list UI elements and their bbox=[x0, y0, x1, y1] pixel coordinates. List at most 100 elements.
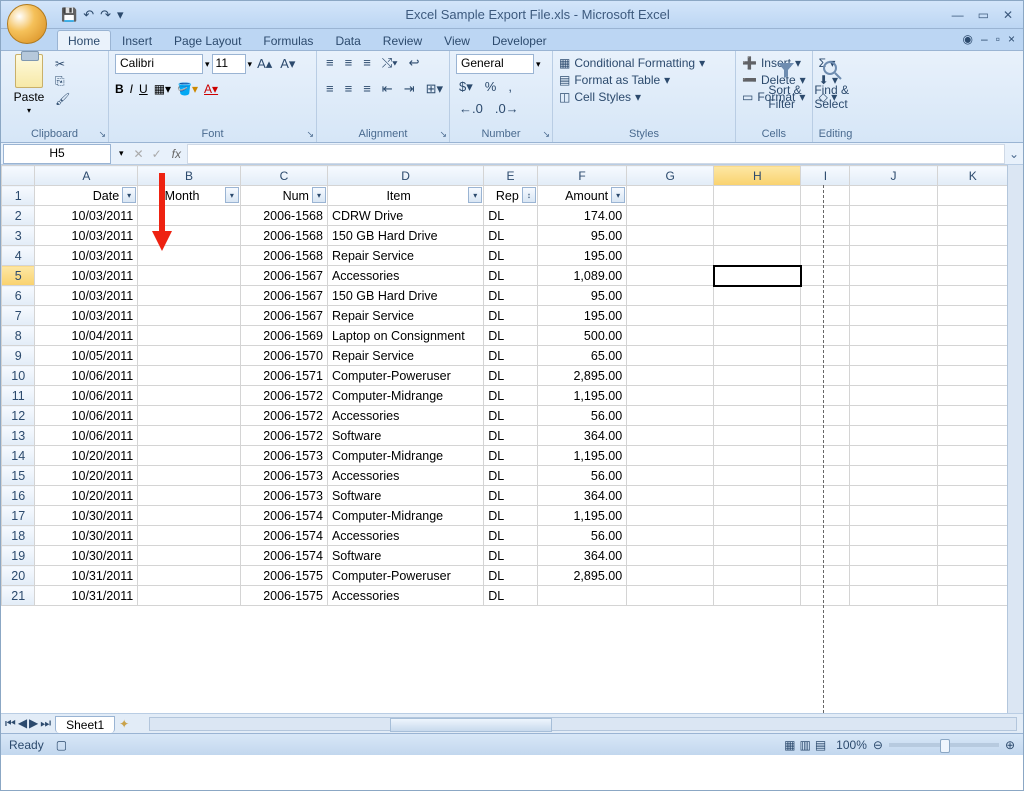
cell-18-B[interactable] bbox=[138, 526, 241, 546]
cell-14-K[interactable] bbox=[937, 446, 1009, 466]
cell-12-D[interactable]: Accessories bbox=[327, 406, 483, 426]
cell-7-G[interactable] bbox=[627, 306, 714, 326]
align-right-icon[interactable]: ≡ bbox=[360, 80, 374, 98]
row-header-1[interactable]: 1 bbox=[2, 186, 35, 206]
cell-3-C[interactable]: 2006-1568 bbox=[240, 226, 327, 246]
cell-3-J[interactable] bbox=[850, 226, 937, 246]
cell-3-A[interactable]: 10/03/2011 bbox=[35, 226, 138, 246]
cell-19-K[interactable] bbox=[937, 546, 1009, 566]
cut-icon[interactable]: ✂ bbox=[55, 57, 70, 71]
cell-17-F[interactable]: 1,195.00 bbox=[537, 506, 626, 526]
orientation-icon[interactable]: ⤭▾ bbox=[379, 54, 401, 72]
cell-3-E[interactable]: DL bbox=[484, 226, 538, 246]
cell-8-C[interactable]: 2006-1569 bbox=[240, 326, 327, 346]
cell-21-H[interactable] bbox=[714, 586, 801, 606]
cell-17-E[interactable]: DL bbox=[484, 506, 538, 526]
cell-13-C[interactable]: 2006-1572 bbox=[240, 426, 327, 446]
increase-indent-icon[interactable]: ⇥ bbox=[401, 80, 418, 98]
col-header-F[interactable]: F bbox=[537, 166, 626, 186]
cell-7-H[interactable] bbox=[714, 306, 801, 326]
cell-7-D[interactable]: Repair Service bbox=[327, 306, 483, 326]
cell-18-D[interactable]: Accessories bbox=[327, 526, 483, 546]
cell-20-H[interactable] bbox=[714, 566, 801, 586]
cell-12-K[interactable] bbox=[937, 406, 1009, 426]
filter-rep-icon[interactable]: ↕ bbox=[522, 187, 536, 203]
cell-11-A[interactable]: 10/06/2011 bbox=[35, 386, 138, 406]
cell-8-B[interactable] bbox=[138, 326, 241, 346]
enter-formula-icon[interactable]: ✓ bbox=[148, 147, 166, 161]
number-launcher-icon[interactable]: ↘ bbox=[542, 129, 550, 140]
number-format-select[interactable]: General bbox=[456, 54, 534, 74]
col-header-A[interactable]: A bbox=[35, 166, 138, 186]
cell-18-I[interactable] bbox=[801, 526, 850, 546]
cell-19-G[interactable] bbox=[627, 546, 714, 566]
doc-restore-button[interactable]: ▫ bbox=[996, 32, 1000, 46]
cell-1-H[interactable] bbox=[714, 186, 801, 206]
cell-2-C[interactable]: 2006-1568 bbox=[240, 206, 327, 226]
cell-9-J[interactable] bbox=[850, 346, 937, 366]
cell-18-E[interactable]: DL bbox=[484, 526, 538, 546]
cell-5-H[interactable] bbox=[714, 266, 801, 286]
cell-11-E[interactable]: DL bbox=[484, 386, 538, 406]
cell-12-F[interactable]: 56.00 bbox=[537, 406, 626, 426]
shrink-font-icon[interactable]: A▾ bbox=[277, 55, 298, 73]
cell-2-E[interactable]: DL bbox=[484, 206, 538, 226]
col-header-J[interactable]: J bbox=[850, 166, 937, 186]
cell-16-F[interactable]: 364.00 bbox=[537, 486, 626, 506]
cell-17-A[interactable]: 10/30/2011 bbox=[35, 506, 138, 526]
percent-icon[interactable]: % bbox=[482, 78, 500, 96]
cell-15-K[interactable] bbox=[937, 466, 1009, 486]
cell-11-J[interactable] bbox=[850, 386, 937, 406]
font-launcher-icon[interactable]: ↘ bbox=[306, 129, 314, 140]
align-bottom-icon[interactable]: ≡ bbox=[360, 54, 374, 72]
cell-12-G[interactable] bbox=[627, 406, 714, 426]
row-header-17[interactable]: 17 bbox=[2, 506, 35, 526]
sheet-tab-sheet1[interactable]: Sheet1 bbox=[55, 716, 115, 733]
cell-9-G[interactable] bbox=[627, 346, 714, 366]
cell-21-J[interactable] bbox=[850, 586, 937, 606]
cell-14-C[interactable]: 2006-1573 bbox=[240, 446, 327, 466]
format-painter-icon[interactable]: 🖌 bbox=[55, 92, 70, 106]
col-header-D[interactable]: D bbox=[327, 166, 483, 186]
cell-10-J[interactable] bbox=[850, 366, 937, 386]
cell-14-I[interactable] bbox=[801, 446, 850, 466]
cell-9-B[interactable] bbox=[138, 346, 241, 366]
cell-8-E[interactable]: DL bbox=[484, 326, 538, 346]
cell-18-H[interactable] bbox=[714, 526, 801, 546]
row-header-13[interactable]: 13 bbox=[2, 426, 35, 446]
filter-amount-icon[interactable]: ▾ bbox=[611, 187, 625, 203]
cell-15-E[interactable]: DL bbox=[484, 466, 538, 486]
redo-icon[interactable]: ↷ bbox=[100, 7, 111, 23]
row-header-19[interactable]: 19 bbox=[2, 546, 35, 566]
cell-4-B[interactable] bbox=[138, 246, 241, 266]
cell-21-B[interactable] bbox=[138, 586, 241, 606]
paste-button[interactable]: Paste ▾ bbox=[7, 54, 51, 115]
cell-17-D[interactable]: Computer-Midrange bbox=[327, 506, 483, 526]
cell-3-G[interactable] bbox=[627, 226, 714, 246]
cell-3-D[interactable]: 150 GB Hard Drive bbox=[327, 226, 483, 246]
cell-14-E[interactable]: DL bbox=[484, 446, 538, 466]
undo-icon[interactable]: ↶ bbox=[83, 7, 94, 23]
expand-formula-bar-icon[interactable]: ⌄ bbox=[1005, 147, 1023, 161]
tab-developer[interactable]: Developer bbox=[481, 30, 558, 50]
prev-sheet-icon[interactable]: ◀ bbox=[18, 716, 27, 731]
minimize-button[interactable]: — bbox=[952, 8, 964, 22]
decrease-decimal-icon[interactable]: .0→ bbox=[492, 100, 522, 117]
cell-5-B[interactable] bbox=[138, 266, 241, 286]
cell-7-K[interactable] bbox=[937, 306, 1009, 326]
row-header-16[interactable]: 16 bbox=[2, 486, 35, 506]
cell-20-C[interactable]: 2006-1575 bbox=[240, 566, 327, 586]
fill-color-button[interactable]: 🪣▾ bbox=[177, 82, 198, 96]
filter-num-icon[interactable]: ▾ bbox=[312, 187, 326, 203]
cell-16-C[interactable]: 2006-1573 bbox=[240, 486, 327, 506]
tab-review[interactable]: Review bbox=[372, 30, 433, 50]
doc-minimize-button[interactable]: – bbox=[981, 32, 988, 46]
next-sheet-icon[interactable]: ▶ bbox=[29, 716, 38, 731]
cell-12-H[interactable] bbox=[714, 406, 801, 426]
cell-7-F[interactable]: 195.00 bbox=[537, 306, 626, 326]
cell-10-F[interactable]: 2,895.00 bbox=[537, 366, 626, 386]
align-top-icon[interactable]: ≡ bbox=[323, 54, 337, 72]
cell-20-J[interactable] bbox=[850, 566, 937, 586]
cell-7-C[interactable]: 2006-1567 bbox=[240, 306, 327, 326]
cell-20-I[interactable] bbox=[801, 566, 850, 586]
